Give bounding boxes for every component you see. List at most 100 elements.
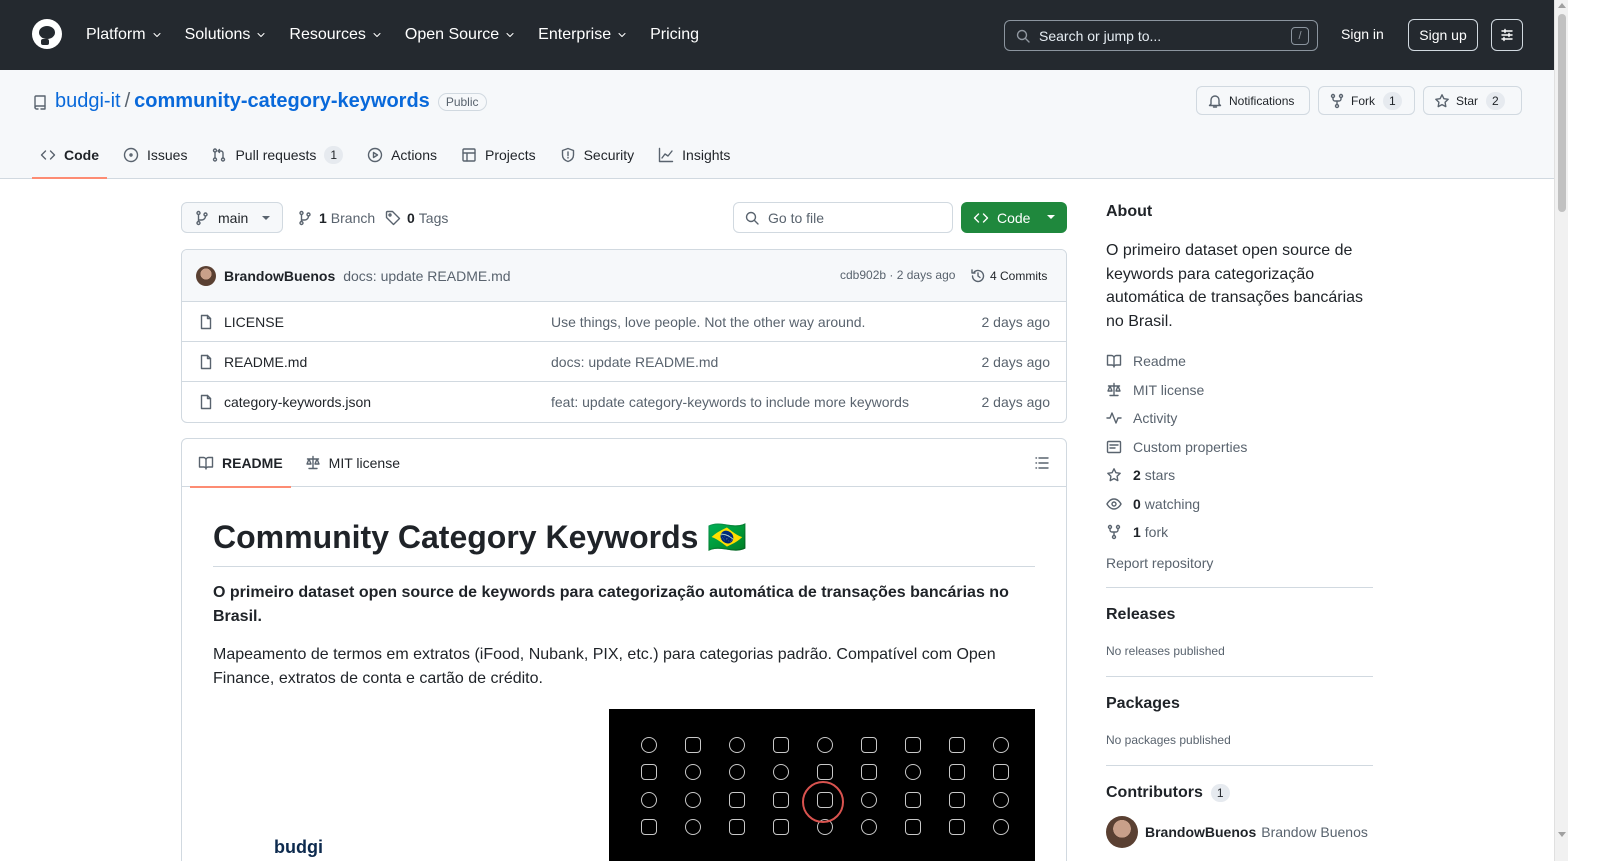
avatar[interactable]	[196, 265, 216, 286]
branch-name: main	[218, 209, 249, 226]
sidebar-stars-link[interactable]: 2 stars	[1106, 461, 1373, 490]
visibility-badge: Public	[437, 92, 487, 111]
fork-button[interactable]: Fork 1	[1318, 86, 1415, 115]
branch-icon	[299, 210, 311, 226]
nav-open-source[interactable]: Open Source	[405, 24, 516, 46]
github-logo-icon[interactable]	[32, 19, 62, 49]
icon-glyph	[905, 819, 921, 835]
scroll-up-arrow-icon[interactable]	[1558, 3, 1566, 8]
tab-label: Pull requests	[235, 146, 317, 163]
link-label: MIT license	[1133, 381, 1205, 398]
nav-label: Platform	[86, 26, 146, 43]
report-repository-link[interactable]: Report repository	[1106, 549, 1373, 577]
nav-platform[interactable]: Platform	[86, 24, 163, 46]
history-icon	[971, 269, 985, 283]
notifications-label: Notifications	[1229, 93, 1295, 108]
icon-glyph	[905, 792, 921, 808]
packages-heading-link[interactable]: Packages	[1106, 695, 1180, 713]
sidebar-forks-link[interactable]: 1 fork	[1106, 518, 1373, 547]
repo-title: budgi-it / community-category-keywords P…	[32, 90, 487, 113]
file-row: README.md docs: update README.md 2 days …	[182, 342, 1066, 382]
repo-tabs: Code Issues Pull requests 1 Actions Proj…	[32, 136, 746, 179]
nav-enterprise[interactable]: Enterprise	[538, 24, 628, 46]
file-commit-message-link[interactable]: Use things, love people. Not the other w…	[551, 314, 865, 330]
icon-glyph	[949, 737, 965, 753]
repo-icon	[34, 94, 46, 110]
file-name-link[interactable]: LICENSE	[224, 314, 284, 330]
contributors-heading-link[interactable]: Contributors	[1106, 784, 1203, 802]
icon-glyph	[685, 764, 701, 780]
file-age: 2 days ago	[981, 313, 1051, 330]
command-palette-button[interactable]	[1491, 19, 1523, 51]
icon-glyph	[817, 764, 833, 780]
scrollbar-thumb[interactable]	[1558, 14, 1566, 212]
sidebar-readme-link[interactable]: Readme	[1106, 347, 1373, 376]
branches-link[interactable]: 1 Branch	[297, 210, 375, 226]
releases-section: Releases No releases published	[1106, 586, 1373, 676]
tab-issues[interactable]: Issues	[115, 136, 195, 173]
branch-select[interactable]: main	[181, 202, 283, 233]
go-to-file-input[interactable]: Go to file	[733, 202, 953, 233]
icon-glyph	[861, 737, 877, 753]
tab-actions[interactable]: Actions	[359, 136, 445, 173]
sidebar-watching-link[interactable]: 0 watching	[1106, 490, 1373, 519]
tab-code[interactable]: Code	[32, 136, 107, 179]
star-icon	[1435, 93, 1449, 107]
commits-count: 4 Commits	[990, 269, 1048, 283]
contributor-login: BrandowBuenos	[1145, 823, 1257, 840]
repo-name-link[interactable]: community-category-keywords	[134, 90, 430, 113]
file-icon	[200, 314, 212, 329]
sign-in-link[interactable]: Sign in	[1341, 26, 1384, 42]
fork-icon	[1330, 93, 1344, 108]
file-name-link[interactable]: category-keywords.json	[224, 394, 371, 410]
commits-link[interactable]: 4 Commits	[970, 268, 1047, 284]
sidebar-activity-link[interactable]: Activity	[1106, 404, 1373, 433]
chevron-down-icon	[506, 32, 514, 38]
commit-hash-link[interactable]: cdb902b · 2 days ago	[840, 268, 955, 282]
chevron-down-icon	[257, 32, 265, 38]
tab-security[interactable]: Security	[552, 136, 643, 173]
sidebar-license-link[interactable]: MIT license	[1106, 376, 1373, 405]
tag-label: Tags	[418, 210, 449, 226]
chevron-down-icon	[373, 32, 381, 38]
tab-projects[interactable]: Projects	[453, 136, 544, 173]
nav-resources[interactable]: Resources	[289, 24, 382, 46]
link-label: stars	[1144, 467, 1176, 484]
icon-glyph	[685, 819, 701, 835]
scroll-down-arrow-icon[interactable]	[1558, 832, 1566, 837]
file-commit-message-link[interactable]: docs: update README.md	[551, 354, 718, 370]
tab-insights[interactable]: Insights	[650, 136, 738, 173]
sign-up-button[interactable]: Sign up	[1408, 19, 1478, 51]
page-scrollbar[interactable]	[1554, 0, 1568, 861]
star-button[interactable]: Star 2	[1423, 86, 1522, 115]
sidebar-custom-properties-link[interactable]: Custom properties	[1106, 433, 1373, 462]
contributor-item[interactable]: BrandowBuenos Brandow Buenos	[1106, 815, 1373, 848]
packages-section: Packages No packages published	[1106, 675, 1373, 765]
outline-list-icon[interactable]	[1034, 455, 1050, 471]
commit-message-link[interactable]: docs: update README.md	[343, 268, 510, 284]
icon-glyph	[773, 792, 789, 808]
search-input[interactable]: Search or jump to... /	[1004, 20, 1318, 51]
tab-license[interactable]: MIT license	[297, 439, 408, 487]
readme-title: Community Category Keywords 🇧🇷	[213, 520, 1035, 567]
commit-author-link[interactable]: BrandowBuenos	[224, 268, 335, 284]
repo-owner-link[interactable]: budgi-it	[55, 90, 121, 113]
law-icon	[305, 455, 320, 469]
code-button[interactable]: Code	[961, 202, 1067, 233]
code-icon	[973, 212, 989, 223]
icon-glyph	[729, 819, 745, 835]
file-commit-message-link[interactable]: feat: update category-keywords to includ…	[551, 394, 909, 410]
tab-pull-requests[interactable]: Pull requests 1	[203, 136, 351, 173]
repo-description: O primeiro dataset open source de keywor…	[1106, 242, 1364, 330]
tags-link[interactable]: 0 Tags	[385, 210, 448, 226]
nav-pricing[interactable]: Pricing	[650, 24, 699, 46]
graph-icon	[658, 147, 674, 162]
watching-count: 0	[1133, 495, 1141, 512]
tab-readme[interactable]: README	[190, 439, 291, 488]
nav-solutions[interactable]: Solutions	[185, 24, 268, 46]
notifications-button[interactable]: Notifications	[1196, 86, 1310, 115]
file-name-link[interactable]: README.md	[224, 354, 307, 370]
book-icon	[1106, 355, 1122, 368]
releases-heading-link[interactable]: Releases	[1106, 606, 1175, 624]
tab-label: MIT license	[328, 454, 400, 471]
